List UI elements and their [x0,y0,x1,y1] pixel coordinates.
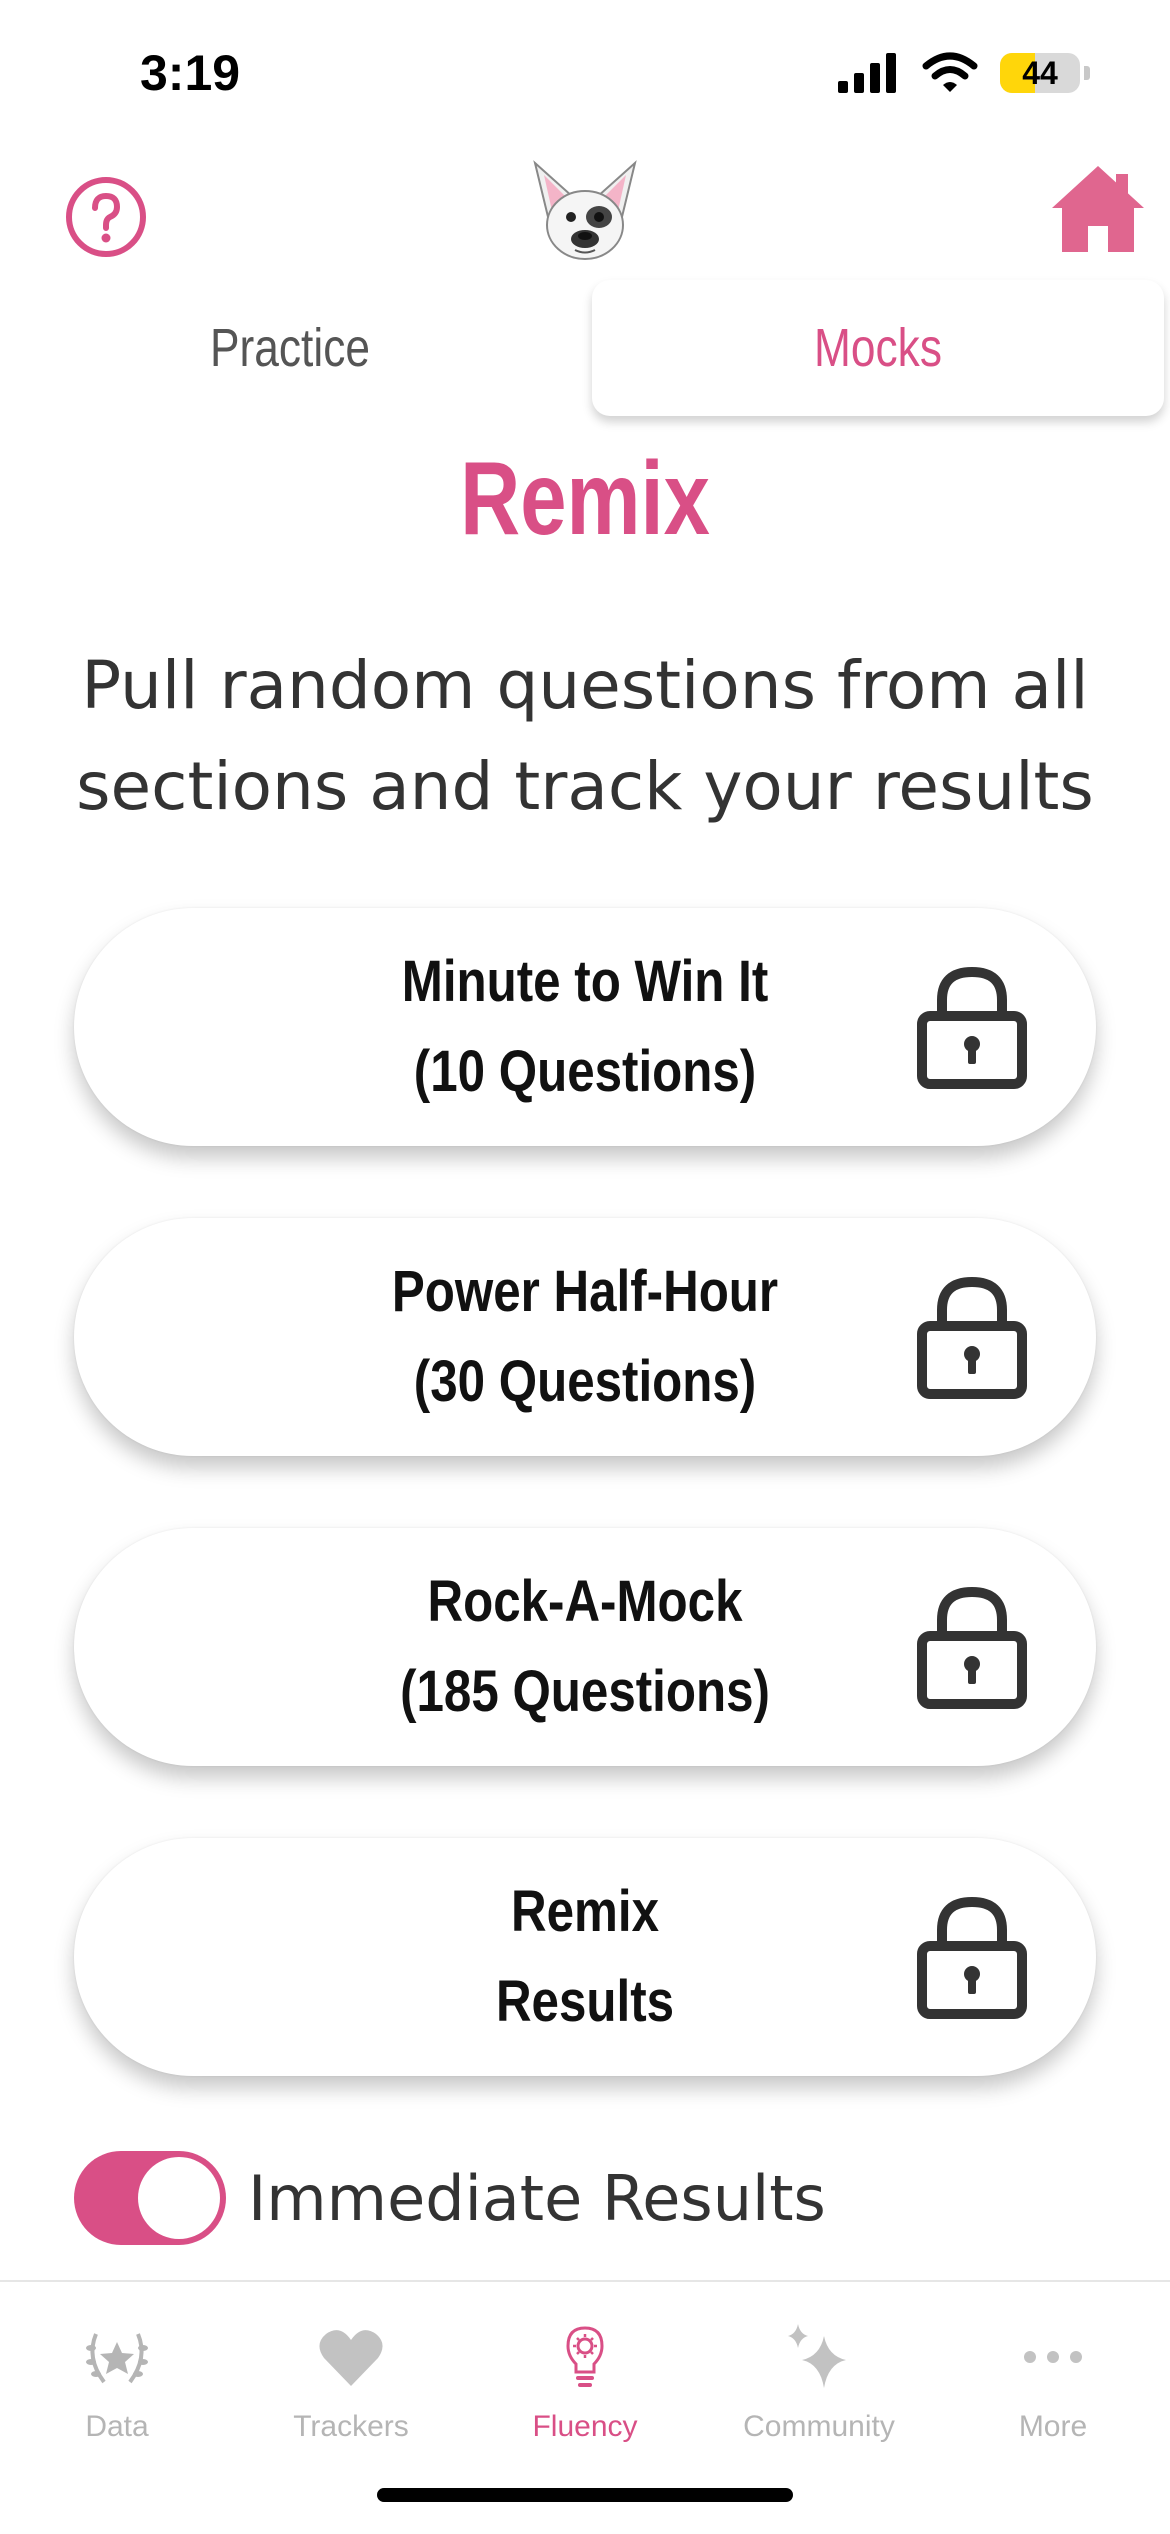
tabbar-label: More [1018,2410,1088,2443]
page-title: Remix [460,441,710,557]
help-button[interactable] [64,175,148,259]
status-time: 3:19 [140,45,241,101]
option-subtitle: (185 Questions) [400,1659,770,1724]
home-button[interactable] [1048,160,1148,260]
battery-indicator: 44 [1000,53,1080,93]
page-description: Pull random questions from all sections … [76,647,1094,825]
lock-icon [917,1586,1027,1709]
option-label: Minute to Win It (10 Questions) [151,908,1020,1146]
option-label: Rock-A-Mock (185 Questions) [151,1528,1020,1766]
ellipsis-icon [1024,2351,1082,2363]
tabbar-item-data[interactable]: Data [0,2302,234,2443]
mode-tabs: Practice Mocks [0,280,1170,420]
option-title: Power Half-Hour [391,1259,779,1324]
immediate-results-toggle[interactable] [74,2151,226,2245]
top-nav [0,140,1170,280]
option-rock-a-mock[interactable]: Rock-A-Mock (185 Questions) [74,1528,1096,1766]
french-bulldog-logo [515,155,655,265]
tab-mocks[interactable]: Mocks [643,280,1112,416]
lock-icon [917,1896,1027,2019]
option-remix-results[interactable]: Remix Results [74,1838,1096,2076]
option-subtitle: (10 Questions) [413,1039,757,1104]
tabbar-label: Community [743,2410,895,2443]
option-title: Minute to Win It [401,949,769,1014]
option-label: Power Half-Hour (30 Questions) [151,1218,1020,1456]
option-power-half-hour[interactable]: Power Half-Hour (30 Questions) [74,1218,1096,1456]
option-title: Remix [511,1879,659,1944]
battery-level: 44 [1022,54,1058,91]
tab-practice[interactable]: Practice [52,280,528,416]
lightbulb-icon [566,2326,604,2387]
heart-icon [319,2330,383,2386]
status-bar: 3:19 44 [0,0,1170,140]
option-title: Rock-A-Mock [427,1569,743,1634]
tabbar-label: Trackers [293,2410,409,2443]
tabbar-item-fluency[interactable]: Fluency [468,2302,702,2443]
tabbar-label: Data [85,2410,149,2443]
home-icon [1052,166,1144,252]
lock-icon [917,966,1027,1089]
tabbar-item-trackers[interactable]: Trackers [234,2302,468,2443]
immediate-results-label: Immediate Results [248,2161,826,2235]
immediate-results-row: Immediate Results [74,2150,826,2246]
tabbar-label: Fluency [532,2410,638,2443]
laurel-star-icon [86,2333,148,2384]
help-circle-icon [66,177,146,257]
toggle-knob [138,2157,220,2239]
tabbar-item-community[interactable]: Community [702,2302,936,2443]
tabbar-item-more[interactable]: More [936,2302,1170,2443]
option-subtitle: (30 Questions) [413,1349,757,1414]
option-label: Remix Results [151,1838,1020,2076]
status-icons: 44 [838,52,1090,94]
home-indicator [377,2488,793,2502]
option-subtitle: Results [495,1969,675,2034]
option-minute-to-win-it[interactable]: Minute to Win It (10 Questions) [74,908,1096,1146]
battery-tip [1084,66,1090,80]
sparkles-icon [788,2324,846,2388]
signal-icon [838,53,896,93]
lock-icon [917,1276,1027,1399]
wifi-icon [922,52,978,92]
